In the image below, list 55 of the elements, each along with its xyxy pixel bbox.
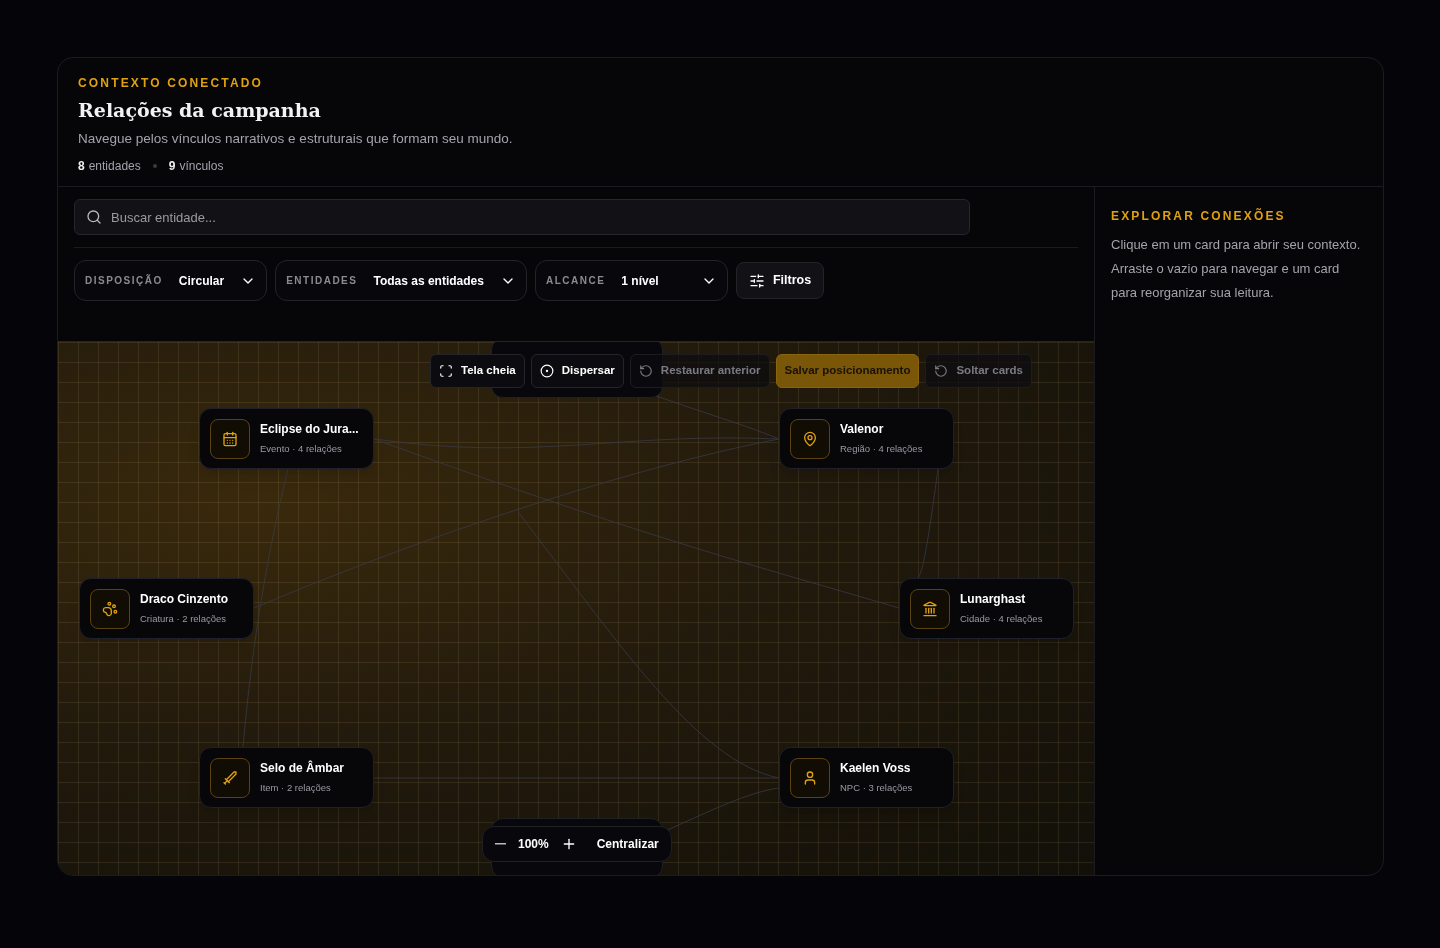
- entity-meta: Cidade · 4 relações: [960, 612, 1043, 627]
- center-button[interactable]: Centralizar: [596, 835, 659, 853]
- undo-icon: [638, 364, 653, 378]
- filter-select[interactable]: ALCANCE 1 nível: [534, 260, 728, 301]
- entity-name: Lunarghast: [960, 591, 1027, 609]
- filters-button[interactable]: Filtros: [735, 262, 825, 299]
- building-icon: [922, 600, 938, 617]
- eyebrow-label: CONTEXTO CONECTADO: [78, 75, 265, 92]
- minus-icon: [495, 843, 506, 845]
- search-icon: [86, 209, 102, 225]
- stat-value: 8: [78, 157, 85, 175]
- entity-card[interactable]: Valenor Região · 4 relações: [779, 408, 954, 469]
- entity-meta: Item · 2 relações: [260, 781, 332, 796]
- filter-label: DISPOSIÇÃO: [85, 273, 163, 288]
- sword-icon: [222, 769, 238, 786]
- sliders-icon: [748, 272, 765, 289]
- stat-label: entidades: [88, 157, 141, 175]
- filter-select[interactable]: DISPOSIÇÃO Circular: [74, 260, 268, 301]
- entity-name: Draco Cinzento: [140, 591, 228, 609]
- entity-meta: NPC · 3 relações: [840, 781, 913, 796]
- paw-icon: [102, 600, 118, 617]
- entity-card[interactable]: Selo de Âmbar Item · 2 relações: [199, 747, 374, 808]
- undo-icon: [934, 364, 949, 378]
- person-icon: [802, 769, 818, 786]
- entity-card[interactable]: Eclipse do Jura... Evento · 4 relações: [199, 408, 374, 469]
- entity-card[interactable]: Lunarghast Cidade · 4 relações: [899, 578, 1074, 639]
- entity-name: Selo de Âmbar: [260, 759, 345, 778]
- page-subtitle: Navegue pelos vínculos narrativos e estruturais que formam seu mundo.: [78, 129, 514, 148]
- page-title: Relações da campanha: [78, 98, 322, 123]
- filter-label: ENTIDADES: [286, 274, 358, 288]
- zoom-level: 100%: [518, 836, 549, 853]
- sidebar-title: EXPLORAR CONEXÕES: [1111, 207, 1287, 225]
- toolbar-button[interactable]: Tela cheia: [430, 354, 525, 388]
- calendar-icon: [222, 430, 238, 447]
- sidebar-text: Clique em um card para abrir seu contexto. Arraste o vazio para navegar e um card para reorganizar sua leitura.: [1111, 236, 1362, 302]
- expand-icon: [439, 364, 453, 378]
- filter-value: 1 nível: [621, 272, 660, 290]
- entity-meta: Região · 4 relações: [840, 442, 923, 457]
- filter-select[interactable]: ENTIDADES Todas as entidades: [275, 260, 527, 301]
- entity-card[interactable]: Draco Cinzento Criatura · 2 relações: [79, 578, 254, 639]
- filter-value: Circular: [178, 272, 225, 290]
- entity-name: Eclipse do Jura...: [260, 421, 359, 439]
- target-icon: [539, 364, 554, 378]
- filter-value: Todas as entidades: [373, 272, 484, 290]
- entity-meta: Criatura · 2 relações: [140, 612, 228, 627]
- entity-meta: Evento · 4 relações: [260, 442, 343, 457]
- toolbar-button[interactable]: Dispersar: [530, 354, 624, 388]
- stat-value: 9: [168, 157, 176, 175]
- entity-card[interactable]: Kaelen Voss NPC · 3 relações: [779, 747, 954, 808]
- filter-label: ALCANCE: [545, 274, 606, 288]
- stat-label: vínculos: [179, 157, 224, 175]
- entity-name: Valenor: [840, 421, 885, 439]
- search-field[interactable]: Buscar entidade...: [74, 199, 970, 235]
- map-pin-icon: [802, 430, 818, 447]
- entity-name: Kaelen Voss: [840, 760, 912, 778]
